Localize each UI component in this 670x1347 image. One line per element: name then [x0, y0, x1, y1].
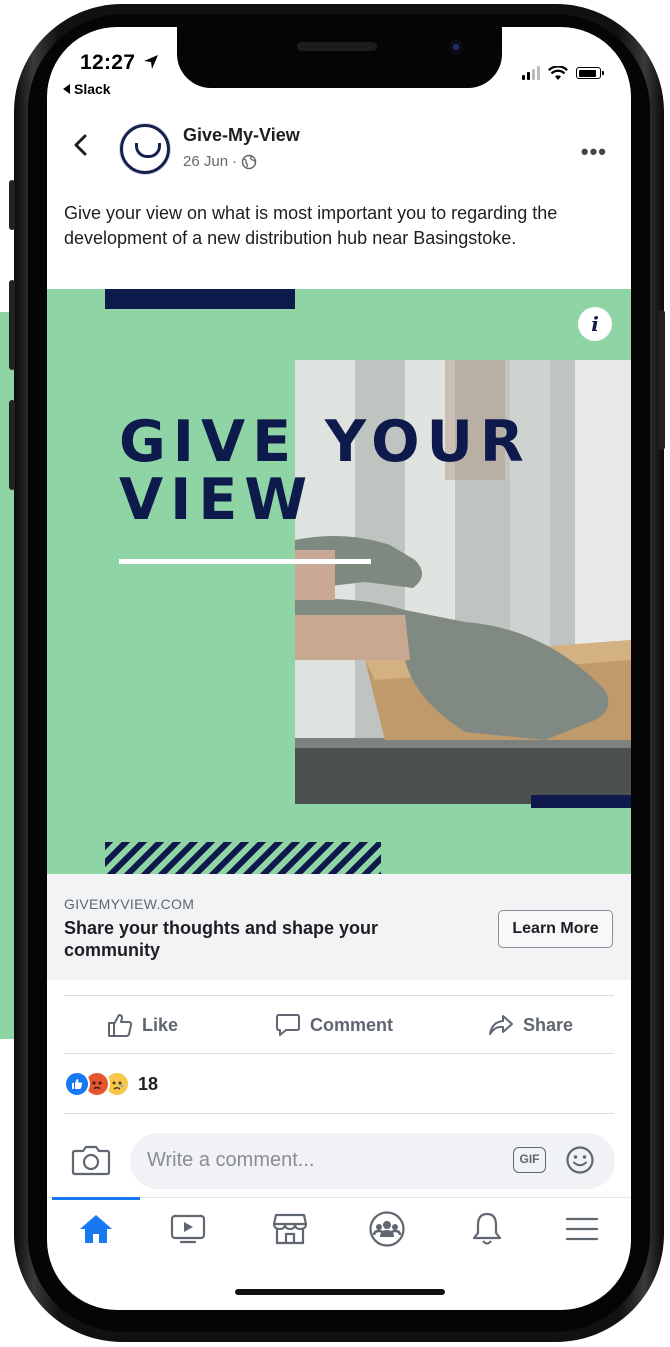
link-title[interactable]: Share your thoughts and shape your commu… — [64, 917, 444, 961]
back-to-app-label[interactable]: Slack — [74, 81, 111, 97]
storefront-icon — [272, 1213, 308, 1245]
decorative-navy-bar — [105, 289, 295, 309]
tab-watch[interactable] — [166, 1209, 210, 1249]
page-avatar[interactable] — [120, 124, 170, 174]
camera-icon[interactable] — [71, 1143, 111, 1177]
creative-headline: GIVE YOUR VIEW — [119, 409, 531, 533]
thumbs-up-icon — [108, 1014, 133, 1037]
reactions-summary[interactable]: 18 — [64, 1071, 158, 1097]
post-date[interactable]: 26 Jun — [183, 153, 228, 170]
home-indicator[interactable] — [235, 1289, 445, 1295]
like-button[interactable]: Like — [107, 999, 178, 1051]
link-domain: GIVEMYVIEW.COM — [64, 896, 195, 912]
decorative-navy-bar-bottom — [531, 795, 631, 808]
phone-power-button — [659, 310, 665, 450]
battery-icon — [576, 67, 604, 79]
phone-screen: 12:27 Slack Give-My-View 26 Jun · ••• Gi… — [47, 27, 631, 1310]
home-icon — [80, 1215, 112, 1243]
groups-icon — [369, 1211, 405, 1247]
decorative-white-line — [119, 559, 371, 564]
phone-volume-up-button — [9, 280, 15, 370]
speech-bubble-icon — [276, 1014, 300, 1036]
front-camera — [449, 40, 463, 54]
tab-marketplace[interactable] — [268, 1209, 312, 1249]
like-reaction-icon — [64, 1071, 90, 1097]
comment-placeholder[interactable]: Write a comment... — [147, 1149, 314, 1172]
phone-mute-switch — [9, 180, 15, 230]
like-label: Like — [142, 1014, 179, 1035]
actions-top-divider — [64, 995, 614, 996]
wifi-icon — [548, 65, 568, 80]
share-button[interactable]: Share — [488, 999, 573, 1051]
hamburger-menu-icon — [565, 1217, 599, 1241]
reaction-count: 18 — [138, 1073, 159, 1094]
tab-home[interactable] — [74, 1209, 118, 1249]
cellular-signal-icon — [522, 66, 540, 80]
comment-label: Comment — [310, 1014, 394, 1035]
actions-bottom-divider — [64, 1053, 614, 1054]
bell-icon — [472, 1212, 502, 1245]
back-chevron-icon[interactable] — [71, 133, 91, 157]
avatar-logo-icon — [135, 143, 161, 158]
camera-notch — [177, 27, 502, 88]
earpiece-speaker — [297, 42, 377, 51]
comment-button[interactable]: Comment — [275, 999, 393, 1051]
active-tab-indicator — [52, 1197, 140, 1200]
gif-button[interactable]: GIF — [513, 1147, 546, 1173]
emoji-icon[interactable] — [565, 1145, 595, 1175]
tab-groups[interactable] — [365, 1209, 409, 1249]
ad-creative-image[interactable]: GIVE YOUR VIEW i — [47, 289, 631, 874]
post-caption: Give your view on what is most important… — [64, 203, 558, 248]
decorative-hatched-stripes — [105, 842, 381, 874]
back-to-app-arrow-icon[interactable] — [63, 84, 70, 94]
status-time: 12:27 — [80, 51, 136, 74]
globe-icon — [241, 154, 257, 169]
tab-menu[interactable] — [560, 1209, 604, 1249]
bottom-tab-bar — [47, 1197, 631, 1268]
ad-info-icon[interactable]: i — [578, 307, 612, 341]
comment-divider — [64, 1113, 614, 1114]
status-icons — [522, 65, 604, 81]
tab-notifications[interactable] — [465, 1209, 509, 1249]
post-meta: 26 Jun · — [183, 153, 257, 170]
page-name[interactable]: Give-My-View — [183, 125, 300, 146]
post-action-bar: Like Comment Share — [47, 999, 631, 1051]
share-label: Share — [523, 1014, 574, 1035]
phone-volume-down-button — [9, 400, 15, 490]
more-options-icon[interactable]: ••• — [581, 139, 607, 165]
location-arrow-icon — [144, 55, 158, 69]
meta-separator: · — [232, 153, 238, 170]
learn-more-button[interactable]: Learn More — [498, 910, 613, 948]
video-play-icon — [170, 1214, 206, 1244]
share-arrow-icon — [489, 1015, 513, 1035]
